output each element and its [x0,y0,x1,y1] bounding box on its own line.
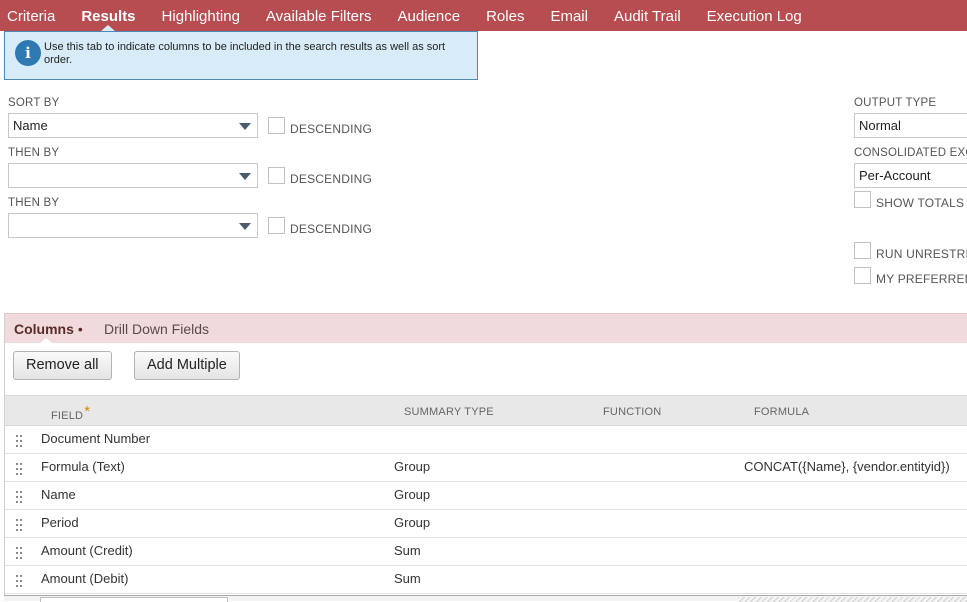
summary-type-cell[interactable]: Sum [394,571,421,586]
table-row[interactable]: Amount (Debit) Sum [4,566,967,594]
info-icon: i [15,40,41,66]
then-by-select-2[interactable] [8,213,258,238]
chevron-down-icon [239,223,251,230]
drag-handle-icon[interactable] [16,547,24,559]
new-row-editor [4,595,967,602]
header-formula: FORMULA [754,406,810,418]
columns-table-header: FIELD* SUMMARY TYPE FUNCTION FORMULA [4,395,967,426]
formula-cell[interactable]: CONCAT({Name}, {vendor.entityid}) [744,459,950,474]
header-field-label: FIELD [51,410,84,422]
tab-label: Audience [397,8,461,25]
sublist-left-border [4,313,5,601]
new-field-input[interactable] [40,597,228,602]
consolidated-exchange-select[interactable]: Per-Account [854,163,967,188]
show-totals-label: SHOW TOTALS [876,196,965,210]
tab-criteria[interactable]: Criteria [7,0,55,31]
sort-by-select[interactable]: Name [8,113,258,138]
tab-label: Criteria [7,8,56,25]
required-marker: * [84,403,91,420]
tab-label: Execution Log [706,8,802,25]
run-unrestricted-checkbox[interactable] [854,242,871,259]
show-totals-checkbox[interactable] [854,191,871,208]
subtab-columns-marker: • [77,321,83,337]
sort-by-label: SORT BY [8,97,60,109]
summary-type-cell[interactable]: Group [394,487,430,502]
summary-type-cell[interactable]: Sum [394,543,421,558]
active-subtab-pointer [39,338,53,344]
then-by-select-1[interactable] [8,163,258,188]
tab-highlighting[interactable]: Highlighting [162,0,240,31]
table-row[interactable]: Period Group [4,510,967,538]
table-row[interactable]: Amount (Credit) Sum [4,538,967,566]
tab-label: Email [550,8,588,25]
table-row[interactable]: Formula (Text) Group CONCAT({Name}, {ven… [4,454,967,482]
summary-type-cell[interactable]: Group [394,459,430,474]
table-row[interactable]: Document Number [4,426,967,454]
tab-audience[interactable]: Audience [398,0,461,31]
field-cell[interactable]: Amount (Credit) [41,543,133,558]
table-row[interactable]: Name Group [4,482,967,510]
info-message: i Use this tab to indicate columns to be… [4,31,478,80]
output-type-select[interactable]: Normal [854,113,967,138]
header-summary-type: SUMMARY TYPE [404,406,494,418]
subtab-columns[interactable]: Columns • [14,321,83,337]
tab-available-filters[interactable]: Available Filters [266,0,372,31]
tab-results[interactable]: Results [81,0,136,31]
field-cell[interactable]: Amount (Debit) [41,571,128,586]
tab-label: Highlighting [161,8,240,25]
then-by-label: THEN BY [8,197,60,209]
header-field: FIELD* [51,403,91,423]
then-by-1-descending-checkbox[interactable] [268,167,285,184]
drag-handle-icon[interactable] [16,435,24,447]
tab-label: Audit Trail [613,8,681,25]
descending-label: DESCENDING [290,172,373,186]
subtab-columns-label: Columns [14,321,74,337]
drag-handle-icon[interactable] [16,463,24,475]
drag-handle-icon[interactable] [16,575,24,587]
output-type-value: Normal [859,118,901,133]
then-by-label: THEN BY [8,147,60,159]
drag-handle-icon[interactable] [16,519,24,531]
then-by-2-descending-checkbox[interactable] [268,217,285,234]
consolidated-exchange-value: Per-Account [859,168,931,183]
tab-execution-log[interactable]: Execution Log [707,0,802,31]
drag-handle-icon[interactable] [16,491,24,503]
my-preferred-label: MY PREFERRED S [876,272,967,286]
tab-label: Roles [486,8,525,25]
summary-type-cell[interactable]: Group [394,515,430,530]
descending-label: DESCENDING [290,222,373,236]
sort-by-descending-checkbox[interactable] [268,117,285,134]
consolidated-exchange-label: CONSOLIDATED EXC [854,147,967,159]
sort-by-value: Name [13,118,48,133]
tab-label: Results [81,8,136,25]
info-text: Use this tab to indicate columns to be i… [44,41,446,66]
tab-audit-trail[interactable]: Audit Trail [614,0,681,31]
descending-label: DESCENDING [290,122,373,136]
subtab-drill-down-label: Drill Down Fields [104,321,210,337]
field-cell[interactable]: Name [41,487,76,502]
field-cell[interactable]: Document Number [41,431,150,446]
tab-email[interactable]: Email [550,0,588,31]
header-function: FUNCTION [603,406,662,418]
disabled-formula-area [738,597,967,602]
run-unrestricted-label: RUN UNRESTRIC [876,247,967,261]
chevron-down-icon [239,123,251,130]
field-cell[interactable]: Period [41,515,79,530]
remove-all-button[interactable]: Remove all [13,351,112,380]
my-preferred-checkbox[interactable] [854,267,871,284]
chevron-down-icon [239,173,251,180]
add-multiple-button[interactable]: Add Multiple [134,351,240,380]
subtab-drill-down-fields[interactable]: Drill Down Fields [104,321,209,337]
tab-label: Available Filters [265,8,372,25]
field-cell[interactable]: Formula (Text) [41,459,125,474]
results-tab-bar: Criteria Results Highlighting Available … [0,0,967,31]
output-type-label: OUTPUT TYPE [854,97,937,109]
tab-roles[interactable]: Roles [486,0,524,31]
sublist-tab-bar: Columns • Drill Down Fields [4,313,967,344]
